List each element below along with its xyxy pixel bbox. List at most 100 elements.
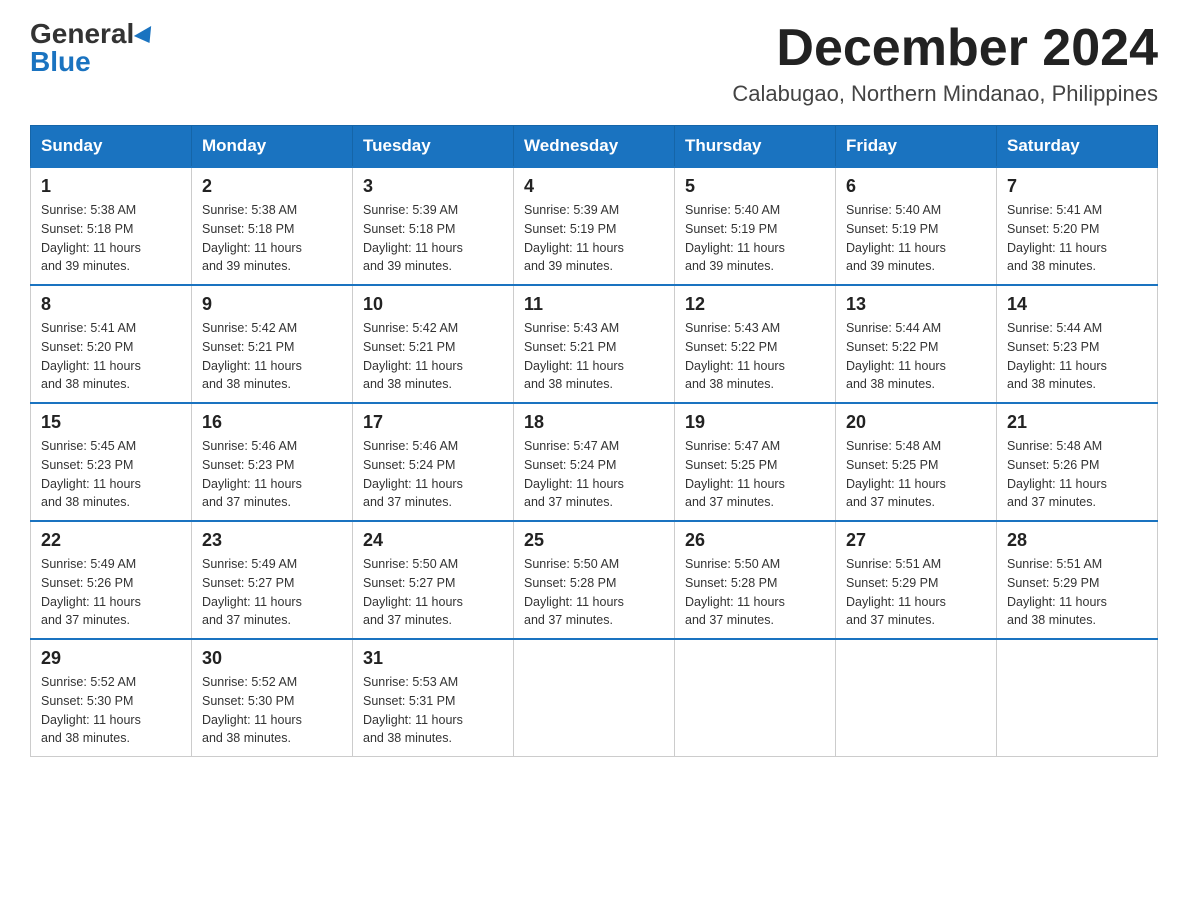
day-info: Sunrise: 5:44 AMSunset: 5:23 PMDaylight:… <box>1007 319 1147 394</box>
calendar-cell: 29Sunrise: 5:52 AMSunset: 5:30 PMDayligh… <box>31 639 192 757</box>
day-number: 9 <box>202 294 342 315</box>
day-info: Sunrise: 5:50 AMSunset: 5:28 PMDaylight:… <box>685 555 825 630</box>
calendar-cell: 4 Sunrise: 5:39 AMSunset: 5:19 PMDaylight… <box>514 167 675 285</box>
day-number: 21 <box>1007 412 1147 433</box>
calendar-cell: 3 Sunrise: 5:39 AMSunset: 5:18 PMDaylight… <box>353 167 514 285</box>
logo: General Blue <box>30 20 156 76</box>
day-number: 20 <box>846 412 986 433</box>
week-row-1: 1Sunrise: 5:38 AMSunset: 5:18 PMDaylight… <box>31 167 1158 285</box>
calendar-cell: 26 Sunrise: 5:50 AMSunset: 5:28 PMDayligh… <box>675 521 836 639</box>
calendar-cell <box>514 639 675 757</box>
day-info: Sunrise: 5:45 AMSunset: 5:23 PMDaylight:… <box>41 437 181 512</box>
day-number: 14 <box>1007 294 1147 315</box>
day-info: Sunrise: 5:40 AMSunset: 5:19 PMDaylight:… <box>685 201 825 276</box>
page-header: General Blue December 2024 Calabugao, No… <box>30 20 1158 107</box>
calendar-cell: 14 Sunrise: 5:44 AMSunset: 5:23 PMDayligh… <box>997 285 1158 403</box>
day-info: Sunrise: 5:46 AMSunset: 5:24 PMDaylight:… <box>363 437 503 512</box>
week-row-5: 29Sunrise: 5:52 AMSunset: 5:30 PMDayligh… <box>31 639 1158 757</box>
calendar-cell: 18 Sunrise: 5:47 AMSunset: 5:24 PMDayligh… <box>514 403 675 521</box>
calendar-table: SundayMondayTuesdayWednesdayThursdayFrid… <box>30 125 1158 757</box>
day-info: Sunrise: 5:51 AMSunset: 5:29 PMDaylight:… <box>846 555 986 630</box>
calendar-cell: 22Sunrise: 5:49 AMSunset: 5:26 PMDayligh… <box>31 521 192 639</box>
col-header-sunday: Sunday <box>31 126 192 168</box>
day-info: Sunrise: 5:44 AMSunset: 5:22 PMDaylight:… <box>846 319 986 394</box>
day-number: 13 <box>846 294 986 315</box>
calendar-cell: 15 Sunrise: 5:45 AMSunset: 5:23 PMDayligh… <box>31 403 192 521</box>
day-number: 28 <box>1007 530 1147 551</box>
calendar-cell: 31Sunrise: 5:53 AMSunset: 5:31 PMDayligh… <box>353 639 514 757</box>
day-number: 2 <box>202 176 342 197</box>
calendar-cell: 11 Sunrise: 5:43 AMSunset: 5:21 PMDayligh… <box>514 285 675 403</box>
calendar-cell: 24 Sunrise: 5:50 AMSunset: 5:27 PMDayligh… <box>353 521 514 639</box>
calendar-cell: 19 Sunrise: 5:47 AMSunset: 5:25 PMDayligh… <box>675 403 836 521</box>
calendar-cell: 8 Sunrise: 5:41 AMSunset: 5:20 PMDaylight… <box>31 285 192 403</box>
calendar-cell <box>997 639 1158 757</box>
col-header-thursday: Thursday <box>675 126 836 168</box>
day-info: Sunrise: 5:49 AMSunset: 5:27 PMDaylight:… <box>202 555 342 630</box>
day-info: Sunrise: 5:39 AMSunset: 5:19 PMDaylight:… <box>524 201 664 276</box>
day-info: Sunrise: 5:48 AMSunset: 5:25 PMDaylight:… <box>846 437 986 512</box>
col-header-wednesday: Wednesday <box>514 126 675 168</box>
day-number: 8 <box>41 294 181 315</box>
calendar-cell: 7 Sunrise: 5:41 AMSunset: 5:20 PMDaylight… <box>997 167 1158 285</box>
day-info: Sunrise: 5:42 AMSunset: 5:21 PMDaylight:… <box>363 319 503 394</box>
logo-blue-text: Blue <box>30 46 91 77</box>
day-info: Sunrise: 5:41 AMSunset: 5:20 PMDaylight:… <box>1007 201 1147 276</box>
day-number: 5 <box>685 176 825 197</box>
calendar-cell: 1Sunrise: 5:38 AMSunset: 5:18 PMDaylight… <box>31 167 192 285</box>
title-section: December 2024 Calabugao, Northern Mindan… <box>732 20 1158 107</box>
day-number: 29 <box>41 648 181 669</box>
day-info: Sunrise: 5:50 AMSunset: 5:28 PMDaylight:… <box>524 555 664 630</box>
day-number: 26 <box>685 530 825 551</box>
day-number: 17 <box>363 412 503 433</box>
calendar-cell: 10Sunrise: 5:42 AMSunset: 5:21 PMDayligh… <box>353 285 514 403</box>
calendar-cell: 27Sunrise: 5:51 AMSunset: 5:29 PMDayligh… <box>836 521 997 639</box>
col-header-saturday: Saturday <box>997 126 1158 168</box>
calendar-cell: 25Sunrise: 5:50 AMSunset: 5:28 PMDayligh… <box>514 521 675 639</box>
calendar-cell: 17 Sunrise: 5:46 AMSunset: 5:24 PMDayligh… <box>353 403 514 521</box>
calendar-cell <box>675 639 836 757</box>
calendar-cell: 21 Sunrise: 5:48 AMSunset: 5:26 PMDayligh… <box>997 403 1158 521</box>
day-number: 4 <box>524 176 664 197</box>
calendar-cell: 6Sunrise: 5:40 AMSunset: 5:19 PMDaylight… <box>836 167 997 285</box>
day-info: Sunrise: 5:51 AMSunset: 5:29 PMDaylight:… <box>1007 555 1147 630</box>
calendar-cell: 23 Sunrise: 5:49 AMSunset: 5:27 PMDayligh… <box>192 521 353 639</box>
week-row-4: 22Sunrise: 5:49 AMSunset: 5:26 PMDayligh… <box>31 521 1158 639</box>
calendar-cell: 5 Sunrise: 5:40 AMSunset: 5:19 PMDaylight… <box>675 167 836 285</box>
day-number: 24 <box>363 530 503 551</box>
calendar-cell: 9 Sunrise: 5:42 AMSunset: 5:21 PMDaylight… <box>192 285 353 403</box>
day-info: Sunrise: 5:48 AMSunset: 5:26 PMDaylight:… <box>1007 437 1147 512</box>
day-number: 11 <box>524 294 664 315</box>
day-info: Sunrise: 5:41 AMSunset: 5:20 PMDaylight:… <box>41 319 181 394</box>
week-row-3: 15 Sunrise: 5:45 AMSunset: 5:23 PMDayligh… <box>31 403 1158 521</box>
day-info: Sunrise: 5:39 AMSunset: 5:18 PMDaylight:… <box>363 201 503 276</box>
day-number: 15 <box>41 412 181 433</box>
day-number: 18 <box>524 412 664 433</box>
day-number: 3 <box>363 176 503 197</box>
week-row-2: 8 Sunrise: 5:41 AMSunset: 5:20 PMDaylight… <box>31 285 1158 403</box>
month-title: December 2024 <box>732 20 1158 77</box>
col-header-tuesday: Tuesday <box>353 126 514 168</box>
day-info: Sunrise: 5:43 AMSunset: 5:21 PMDaylight:… <box>524 319 664 394</box>
calendar-cell: 20 Sunrise: 5:48 AMSunset: 5:25 PMDayligh… <box>836 403 997 521</box>
calendar-cell: 12Sunrise: 5:43 AMSunset: 5:22 PMDayligh… <box>675 285 836 403</box>
day-number: 1 <box>41 176 181 197</box>
day-info: Sunrise: 5:47 AMSunset: 5:24 PMDaylight:… <box>524 437 664 512</box>
day-info: Sunrise: 5:42 AMSunset: 5:21 PMDaylight:… <box>202 319 342 394</box>
header-row: SundayMondayTuesdayWednesdayThursdayFrid… <box>31 126 1158 168</box>
day-number: 22 <box>41 530 181 551</box>
day-number: 7 <box>1007 176 1147 197</box>
col-header-monday: Monday <box>192 126 353 168</box>
day-number: 30 <box>202 648 342 669</box>
day-number: 31 <box>363 648 503 669</box>
day-info: Sunrise: 5:47 AMSunset: 5:25 PMDaylight:… <box>685 437 825 512</box>
day-number: 23 <box>202 530 342 551</box>
calendar-cell: 30Sunrise: 5:52 AMSunset: 5:30 PMDayligh… <box>192 639 353 757</box>
location-title: Calabugao, Northern Mindanao, Philippine… <box>732 81 1158 107</box>
logo-line1: General <box>30 20 156 48</box>
calendar-cell: 13 Sunrise: 5:44 AMSunset: 5:22 PMDayligh… <box>836 285 997 403</box>
logo-general-text: General <box>30 18 134 49</box>
day-info: Sunrise: 5:50 AMSunset: 5:27 PMDaylight:… <box>363 555 503 630</box>
logo-arrow-icon <box>134 26 158 48</box>
day-number: 19 <box>685 412 825 433</box>
